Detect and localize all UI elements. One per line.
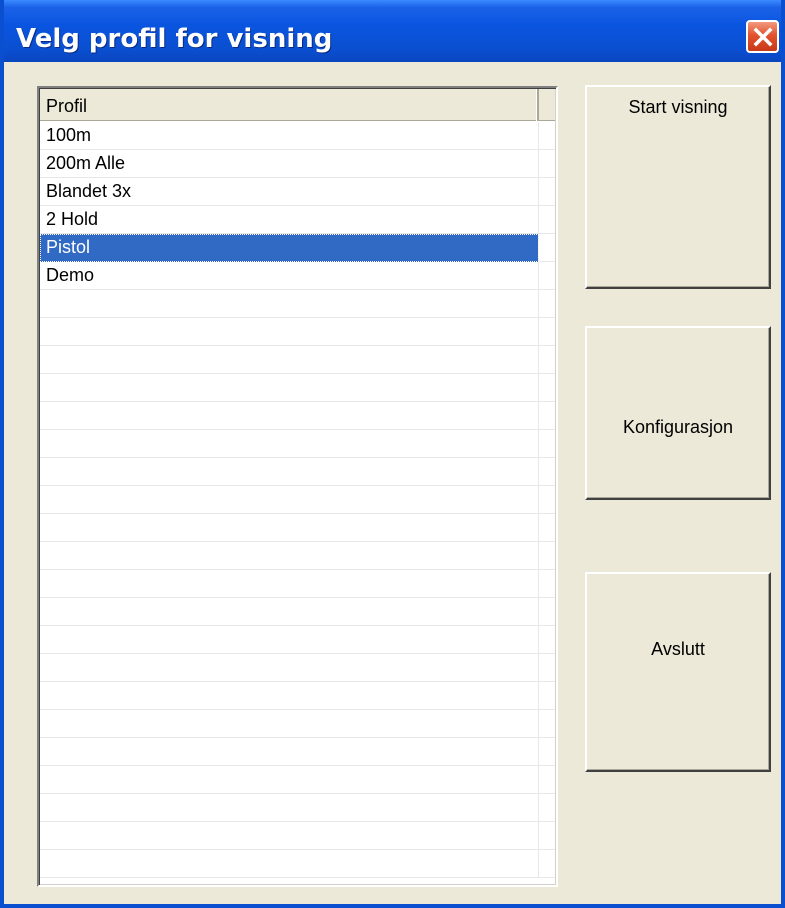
list-cell bbox=[40, 346, 539, 374]
empty-list-row[interactable] bbox=[40, 290, 555, 318]
list-cell bbox=[40, 486, 539, 514]
list-cell bbox=[40, 850, 539, 878]
list-cell bbox=[40, 710, 539, 738]
list-cell bbox=[40, 514, 539, 542]
profile-list[interactable]: Profil 100m 200m Alle Blandet 3x 2 Hold Pist… bbox=[37, 86, 558, 887]
window-title: Velg profil for visning bbox=[16, 24, 333, 54]
empty-list-row[interactable] bbox=[40, 486, 555, 514]
list-cell bbox=[40, 822, 539, 850]
list-cell bbox=[40, 738, 539, 766]
empty-list-row[interactable] bbox=[40, 346, 555, 374]
list-cell bbox=[40, 318, 539, 346]
list-cell bbox=[40, 430, 539, 458]
empty-list-row[interactable] bbox=[40, 738, 555, 766]
empty-list-row[interactable] bbox=[40, 850, 555, 878]
empty-list-row[interactable] bbox=[40, 822, 555, 850]
list-item[interactable]: Blandet 3x bbox=[40, 178, 555, 206]
list-cell bbox=[40, 570, 539, 598]
column-header-profil[interactable]: Profil bbox=[40, 89, 539, 121]
list-item[interactable]: 200m Alle bbox=[40, 150, 555, 178]
list-cell bbox=[40, 402, 539, 430]
avslutt-button[interactable]: Avslutt bbox=[585, 572, 771, 772]
list-item[interactable]: 100m bbox=[40, 122, 555, 150]
empty-list-row[interactable] bbox=[40, 766, 555, 794]
list-cell: 2 Hold bbox=[40, 206, 539, 234]
list-cell: Blandet 3x bbox=[40, 178, 539, 206]
dialog-window: Velg profil for visning Profil 100m 200m … bbox=[0, 0, 785, 908]
empty-list-row[interactable] bbox=[40, 626, 555, 654]
close-button[interactable] bbox=[746, 20, 779, 53]
empty-list-row[interactable] bbox=[40, 542, 555, 570]
empty-list-row[interactable] bbox=[40, 402, 555, 430]
avslutt-label: Avslutt bbox=[651, 639, 705, 659]
list-item[interactable]: Pistol bbox=[40, 234, 555, 262]
list-item-label: Demo bbox=[46, 265, 95, 285]
empty-list-row[interactable] bbox=[40, 374, 555, 402]
start-visning-button[interactable]: Start visning bbox=[585, 85, 771, 289]
list-header: Profil bbox=[40, 89, 555, 121]
title-bar[interactable]: Velg profil for visning bbox=[4, 0, 781, 62]
list-cell bbox=[40, 374, 539, 402]
list-cell bbox=[40, 626, 539, 654]
start-visning-label: Start visning bbox=[628, 97, 728, 117]
list-item-label: 200m Alle bbox=[46, 153, 126, 173]
empty-list-row[interactable] bbox=[40, 794, 555, 822]
close-icon bbox=[753, 27, 773, 47]
empty-list-row[interactable] bbox=[40, 514, 555, 542]
list-cell bbox=[40, 794, 539, 822]
list-cell: 100m bbox=[40, 122, 539, 150]
column-header-filler bbox=[541, 89, 555, 121]
list-cell bbox=[40, 290, 539, 318]
empty-list-row[interactable] bbox=[40, 570, 555, 598]
list-cell bbox=[40, 682, 539, 710]
empty-list-row[interactable] bbox=[40, 430, 555, 458]
empty-list-row[interactable] bbox=[40, 682, 555, 710]
list-item-label: Blandet 3x bbox=[46, 181, 132, 201]
list-item-label: 100m bbox=[46, 125, 92, 145]
list-cell bbox=[40, 598, 539, 626]
list-cell: Demo bbox=[40, 262, 539, 290]
column-header-label: Profil bbox=[46, 96, 88, 116]
list-cell: 200m Alle bbox=[40, 150, 539, 178]
empty-list-row[interactable] bbox=[40, 710, 555, 738]
list-cell bbox=[40, 654, 539, 682]
konfigurasjon-button[interactable]: Konfigurasjon bbox=[585, 326, 771, 500]
empty-list-row[interactable] bbox=[40, 654, 555, 682]
konfigurasjon-label: Konfigurasjon bbox=[622, 417, 734, 437]
list-item-label: 2 Hold bbox=[46, 209, 99, 229]
list-body: 100m 200m Alle Blandet 3x 2 Hold Pistol Demo bbox=[40, 122, 555, 885]
list-cell bbox=[40, 542, 539, 570]
list-cell bbox=[40, 766, 539, 794]
list-cell bbox=[40, 458, 539, 486]
list-item-label: Pistol bbox=[46, 237, 91, 257]
list-item[interactable]: Demo bbox=[40, 262, 555, 290]
empty-list-row[interactable] bbox=[40, 318, 555, 346]
empty-list-row[interactable] bbox=[40, 598, 555, 626]
list-item[interactable]: 2 Hold bbox=[40, 206, 555, 234]
list-cell: Pistol bbox=[40, 234, 539, 262]
empty-list-row[interactable] bbox=[40, 458, 555, 486]
